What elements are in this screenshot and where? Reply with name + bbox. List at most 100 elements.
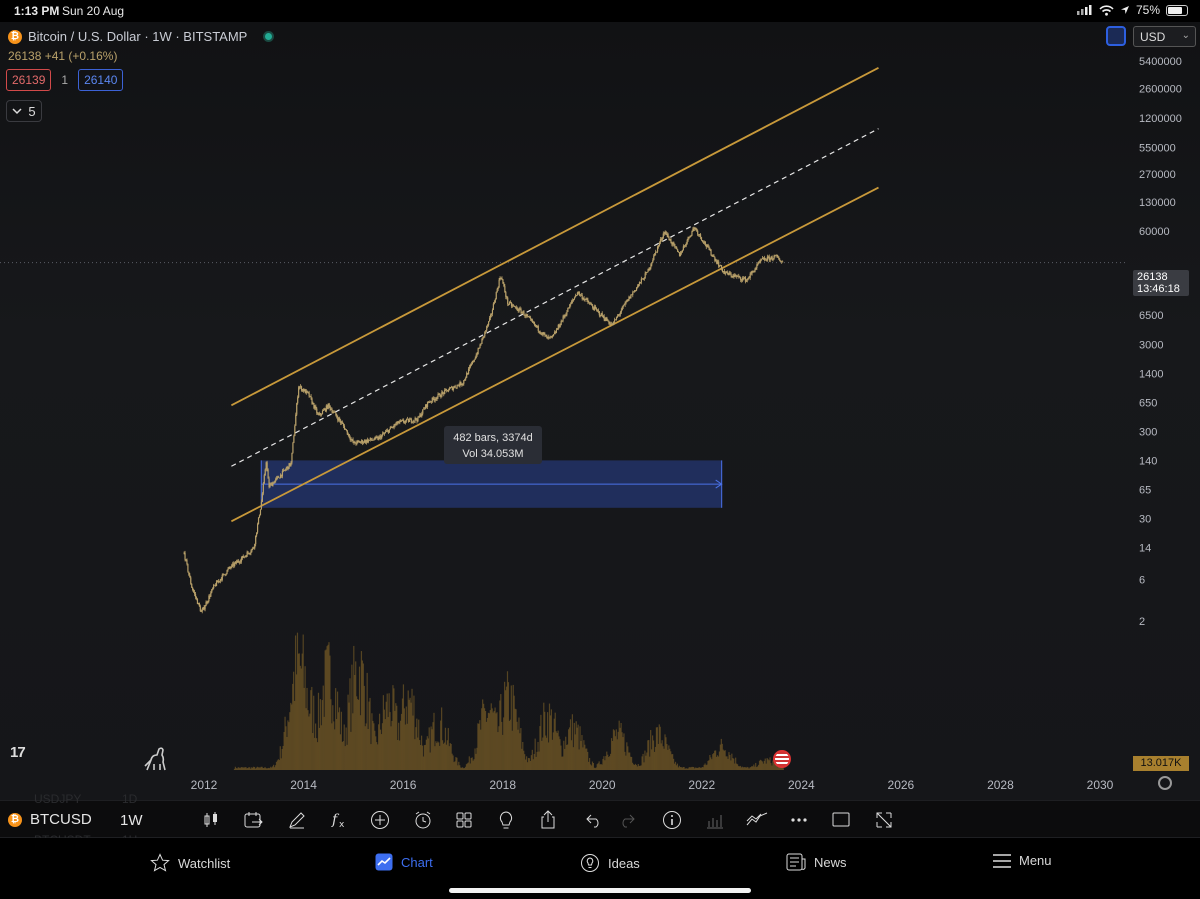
candles-icon[interactable]: [199, 808, 223, 832]
interval-button[interactable]: 1W: [120, 812, 143, 829]
dinosaur-icon[interactable]: [142, 746, 168, 772]
candle-body: [485, 330, 487, 332]
idea-bulb-icon[interactable]: [494, 808, 518, 832]
tab-watchlist[interactable]: Watchlist: [150, 853, 230, 873]
candle-body: [422, 409, 424, 414]
settings-icon[interactable]: [1158, 776, 1172, 790]
candle-body: [754, 269, 756, 272]
candle-body: [285, 468, 287, 470]
bars-icon[interactable]: [703, 808, 727, 832]
candle-body: [191, 583, 193, 588]
log-scale-toggle[interactable]: [1106, 26, 1126, 46]
candle-body: [760, 259, 762, 262]
price-axis-label: 140: [1139, 455, 1157, 467]
tab-ideas[interactable]: Ideas: [580, 853, 640, 873]
candle-body: [740, 277, 742, 280]
status-right: 75%: [1076, 3, 1188, 17]
candle-body: [470, 363, 473, 366]
candle-body: [475, 354, 477, 359]
candle-body: [290, 462, 292, 466]
price-axis-label: 1200000: [1139, 113, 1182, 125]
alert-clock-icon[interactable]: [411, 808, 435, 832]
tab-news[interactable]: News: [786, 853, 847, 871]
candle-body: [251, 548, 253, 552]
bid-ask-panel: 26139 1 26140: [6, 69, 124, 91]
currency-select[interactable]: USD ⌄: [1133, 26, 1196, 47]
home-indicator[interactable]: [449, 888, 751, 893]
redo-icon[interactable]: [615, 808, 639, 832]
tradingview-logo[interactable]: 17: [10, 744, 26, 761]
candle-body: [225, 573, 227, 576]
candle-body: [292, 442, 294, 453]
candle-body: [316, 408, 318, 414]
price-change: +41 (+0.16%): [44, 49, 118, 63]
price-axis-label: 65: [1139, 484, 1151, 496]
candle-body: [247, 552, 249, 554]
draw-pen-icon[interactable]: [285, 808, 309, 832]
more-icon[interactable]: [787, 808, 811, 832]
candle-body: [446, 389, 448, 391]
bar-countdown: 13:46:18: [1137, 283, 1180, 295]
ghost-symbol-above: USDJPY: [34, 792, 82, 806]
candle-body: [603, 315, 605, 320]
symbol-title[interactable]: Bitcoin / U.S. Dollar · 1W · BITSTAMP: [28, 29, 247, 44]
candle-body: [592, 305, 594, 308]
us-flag-icon[interactable]: [773, 750, 791, 768]
candle-body: [212, 588, 214, 590]
candle-body: [503, 283, 505, 287]
price-axis-label: 3000: [1139, 339, 1163, 351]
candle-body: [502, 279, 504, 284]
symbol-search-button[interactable]: ₿ BTCUSD: [8, 811, 92, 828]
trend-icon[interactable]: [745, 808, 769, 832]
candle-body: [749, 273, 751, 278]
candle-body: [504, 286, 506, 293]
candle-body: [654, 253, 656, 256]
calendar-replay-icon[interactable]: [242, 808, 266, 832]
candle-body: [652, 260, 654, 263]
candle-body: [479, 344, 481, 349]
candle-body: [404, 420, 407, 423]
measure-volume: Vol 34.053M: [462, 448, 524, 460]
candle-body: [530, 317, 532, 319]
candle-body: [328, 403, 330, 406]
layout-grid-icon[interactable]: [452, 808, 476, 832]
candle-body: [436, 397, 438, 400]
candle-body: [210, 592, 212, 597]
candle-body: [297, 397, 299, 404]
chevron-down-icon: ⌄: [1181, 30, 1190, 41]
candle-body: [608, 321, 610, 324]
price-axis-label: 14: [1139, 543, 1151, 555]
candle-body: [411, 422, 413, 424]
buy-button[interactable]: 26140: [78, 69, 124, 91]
square-icon[interactable]: [829, 808, 853, 832]
tab-menu[interactable]: Menu: [993, 853, 1052, 868]
chart-canvas[interactable]: 1100000054000002600000120000055000027000…: [0, 22, 1200, 800]
candle-body: [566, 311, 568, 315]
battery-percent: 75%: [1135, 3, 1160, 17]
volume-tag: 13.017K: [1133, 756, 1189, 771]
candle-body: [311, 398, 313, 404]
candle-body: [234, 563, 236, 566]
time-axis-label: 2020: [589, 778, 616, 792]
share-icon[interactable]: [536, 808, 560, 832]
bottom-toolbar: USDJPY 1D BTCUSDT 1H ₿ BTCUSD 1W fx: [0, 792, 1200, 847]
time-axis-label: 2018: [489, 778, 516, 792]
candle-body: [677, 249, 679, 252]
function-icon[interactable]: fx: [327, 808, 351, 832]
candle-body: [491, 309, 494, 314]
info-icon[interactable]: [660, 808, 684, 832]
sell-button[interactable]: 26139: [6, 69, 52, 91]
candle-body: [267, 469, 269, 479]
candle-body: [415, 418, 417, 420]
undo-icon[interactable]: [582, 808, 606, 832]
indicators-toggle[interactable]: 5: [6, 100, 42, 122]
chart-pane[interactable]: 1100000054000002600000120000055000027000…: [0, 22, 1200, 800]
tab-chart[interactable]: Chart: [375, 853, 433, 871]
price-axis-label: 300: [1139, 427, 1157, 439]
last-price-label: 26138: [1137, 271, 1168, 283]
candle-body: [615, 317, 618, 320]
fullscreen-icon[interactable]: [872, 808, 896, 832]
candle-body: [275, 478, 277, 481]
candle-body: [578, 291, 580, 295]
add-icon[interactable]: [368, 808, 392, 832]
